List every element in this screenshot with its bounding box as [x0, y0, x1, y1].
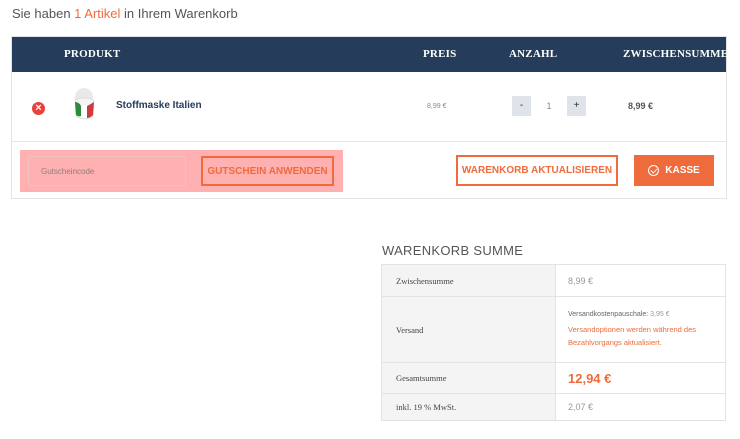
shipping-cost: 3,95 €	[650, 310, 670, 318]
totals-row-subtotal: Zwischensumme 8,99 €	[381, 264, 726, 297]
cart-intro-text: Sie haben 1 Artikel in Ihrem Warenkorb	[12, 6, 238, 21]
quantity-stepper: - +	[512, 96, 586, 116]
totals-row-grand-total: Gesamtsumme 12,94 €	[381, 362, 726, 394]
shipping-label: Versand	[381, 296, 556, 363]
intro-suffix: in Ihrem Warenkorb	[120, 6, 238, 21]
product-price: 8,99 €	[427, 103, 447, 110]
shipping-note: Versandoptionen werden während des Bezah…	[568, 324, 697, 347]
checkout-label: KASSE	[665, 165, 700, 176]
coupon-code-input[interactable]	[28, 156, 186, 186]
tax-label: inkl. 19 % MwSt.	[381, 393, 556, 421]
intro-prefix: Sie haben	[12, 6, 75, 21]
check-circle-icon	[648, 165, 660, 176]
cart-table-header: PRODUKT PREIS ANZAHL ZWISCHENSUMME	[12, 37, 729, 72]
header-subtotal: ZWISCHENSUMME	[623, 48, 729, 60]
header-price: PREIS	[423, 48, 457, 60]
grand-total-value-cell: 12,94 €	[555, 362, 726, 394]
quantity-decrease-button[interactable]: -	[512, 96, 531, 116]
cart-item-row: × Stoffmaske Italien 8,99 € - + 8,99 €	[12, 72, 726, 142]
subtotal-label: Zwischensumme	[381, 264, 556, 297]
coupon-section: GUTSCHEIN ANWENDEN	[20, 150, 343, 192]
quantity-increase-button[interactable]: +	[567, 96, 586, 116]
cart-table: PRODUKT PREIS ANZAHL ZWISCHENSUMME × Sto…	[11, 36, 729, 199]
remove-icon[interactable]: ×	[32, 102, 45, 115]
grand-total-value: 12,94 €	[568, 370, 612, 386]
product-subtotal: 8,99 €	[628, 101, 654, 111]
product-name-link[interactable]: Stoffmaske Italien	[116, 100, 202, 111]
quantity-input[interactable]	[531, 96, 567, 116]
totals-row-shipping: Versand Versandkostenpauschale: 3,95 € V…	[381, 296, 726, 363]
cart-totals-table: Zwischensumme 8,99 € Versand Versandkost…	[381, 264, 726, 421]
shipping-method: Versandkostenpauschale: 3,95 €	[568, 311, 725, 318]
apply-coupon-button[interactable]: GUTSCHEIN ANWENDEN	[201, 156, 334, 186]
checkout-button[interactable]: KASSE	[634, 155, 714, 186]
item-count: 1 Artikel	[74, 6, 121, 21]
update-cart-button[interactable]: WARENKORB AKTUALISIEREN	[456, 155, 618, 186]
cart-totals-title: WARENKORB SUMME	[382, 243, 524, 258]
totals-row-tax: inkl. 19 % MwSt. 2,07 €	[381, 393, 726, 421]
subtotal-value: 8,99 €	[555, 264, 726, 297]
grand-total-label: Gesamtsumme	[381, 362, 556, 394]
tax-value: 2,07 €	[555, 393, 726, 421]
shipping-value: Versandkostenpauschale: 3,95 € Versandop…	[555, 296, 726, 363]
header-product: PRODUKT	[64, 48, 121, 60]
header-quantity: ANZAHL	[509, 48, 558, 60]
product-thumbnail[interactable]	[69, 86, 101, 126]
shipping-method-label: Versandkostenpauschale:	[568, 310, 651, 318]
